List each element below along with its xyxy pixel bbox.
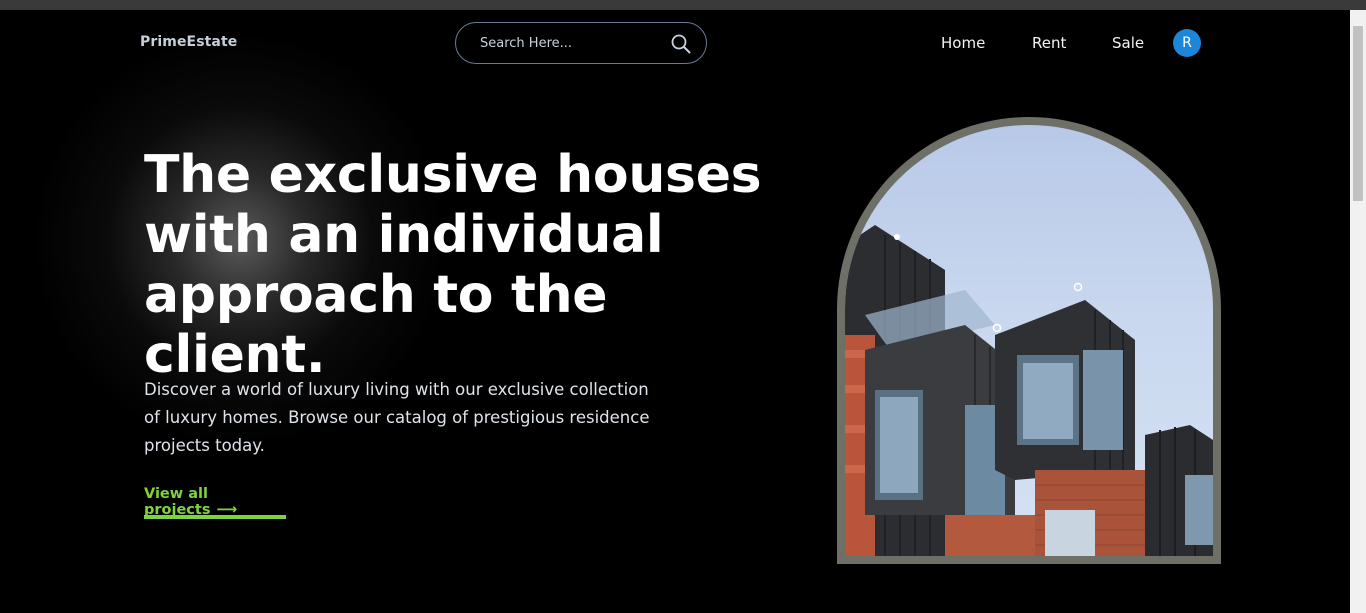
site-logo[interactable]: PrimeEstate (140, 34, 237, 50)
search-input[interactable] (480, 32, 660, 54)
nav-home[interactable]: Home (941, 34, 985, 52)
search-icon[interactable] (670, 33, 692, 55)
hero-title: The exclusive houses with an individual … (144, 145, 762, 385)
view-all-projects-link[interactable]: View all projects ⟶ (144, 486, 286, 520)
search-box (455, 22, 707, 64)
user-avatar[interactable]: R (1173, 29, 1201, 57)
scrollbar-thumb[interactable] (1353, 26, 1363, 201)
cta-underline (144, 515, 286, 519)
page-viewport: PrimeEstate Home Rent Sale R The exclusi… (0, 10, 1350, 613)
building-photo (845, 125, 1213, 556)
nav-rent[interactable]: Rent (1032, 34, 1066, 52)
browser-top-strip (0, 0, 1366, 10)
nav-sale[interactable]: Sale (1112, 34, 1144, 52)
vertical-scrollbar[interactable] (1350, 10, 1366, 613)
hero-description: Discover a world of luxury living with o… (144, 380, 650, 455)
building-illustration (845, 225, 1213, 556)
cta-label: View all projects (144, 486, 211, 518)
hero-image-frame (837, 117, 1221, 564)
